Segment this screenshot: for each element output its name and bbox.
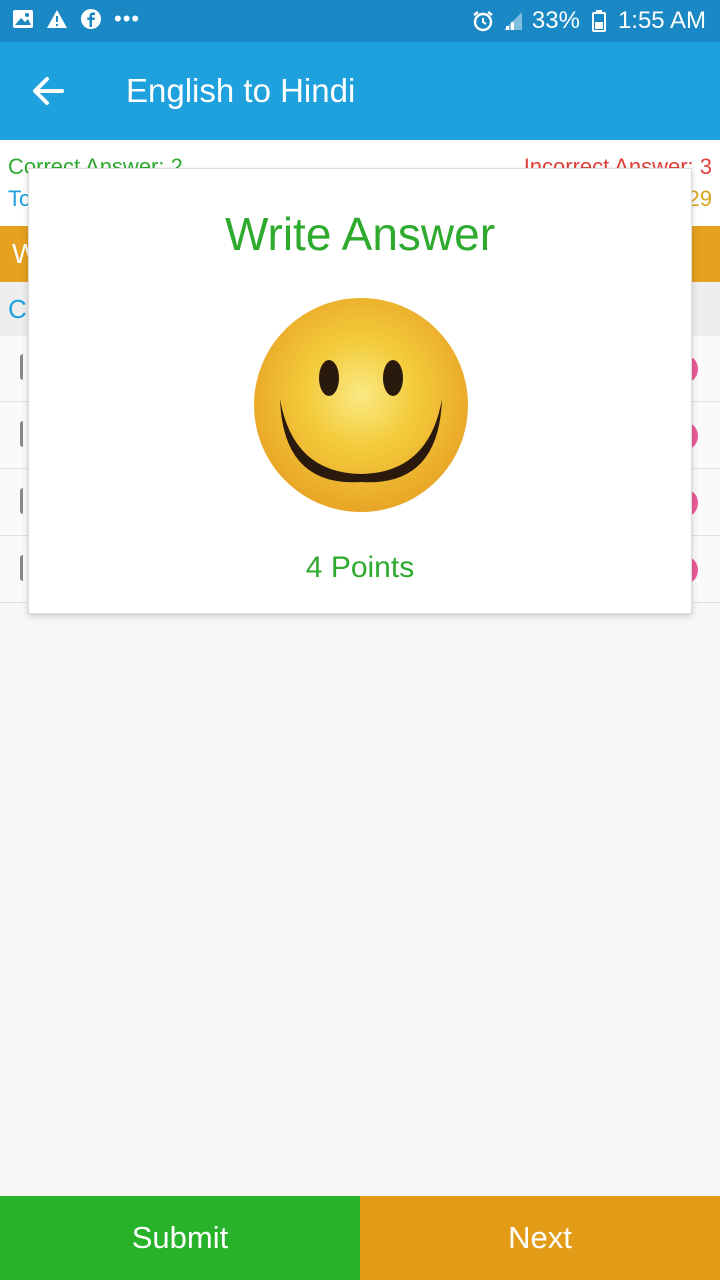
warning-icon [46,8,68,30]
points-text: 4 Points [305,551,415,584]
status-left-icons: ••• [12,8,140,30]
facebook-icon [80,8,102,30]
alarm-icon [472,10,494,32]
result-dialog: Write Answer 4 Points [28,168,692,614]
back-arrow-icon[interactable] [30,74,66,108]
battery-icon [588,10,610,32]
dialog-title: Write Answer [224,208,496,260]
signal-icon [502,10,524,32]
battery-percent: 33% [531,7,580,34]
submit-button[interactable]: Submit [0,1196,360,1280]
image-icon [12,8,34,30]
status-bar: ••• 33% 1:55 AM [0,0,720,42]
status-time: 1:55 AM [617,7,706,34]
app-bar: English to Hindi [0,42,720,140]
more-dots-icon: ••• [114,6,141,31]
next-button[interactable]: Next [360,1196,720,1280]
status-right: 33% 1:55 AM [472,8,706,34]
smiley-face-icon [253,297,469,513]
app-title: English to Hindi [126,72,356,109]
